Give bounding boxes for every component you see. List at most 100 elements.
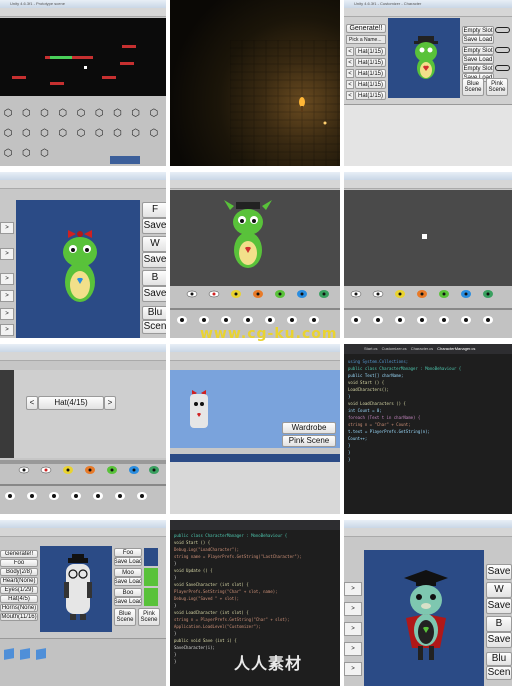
next-button[interactable]: >	[0, 324, 14, 336]
save-load-button[interactable]: Save Load	[114, 577, 142, 586]
code-area[interactable]: public class CharacterManager : MonoBeha…	[174, 532, 302, 665]
blue-scene-button[interactable]: Blu	[142, 306, 166, 320]
generate-button[interactable]: Generate!!	[0, 550, 38, 558]
editor-tab[interactable]: CharacterManager.cs	[437, 344, 475, 354]
prev-button[interactable]: <	[346, 47, 354, 56]
next-button[interactable]: >	[344, 582, 362, 596]
code-line: int Count = 0;	[348, 408, 382, 413]
save-button[interactable]: Save	[142, 252, 166, 268]
empty-slot-button[interactable]: Empty Slot	[462, 64, 494, 73]
next-button[interactable]: >	[0, 290, 14, 302]
empty-slot-button[interactable]: Empty Slot	[462, 26, 494, 35]
heart-selector[interactable]: Heart(None)	[0, 577, 38, 585]
unity-cube-icon[interactable]: ⬡	[0, 124, 16, 142]
selected-asset[interactable]	[110, 156, 140, 164]
unity-cube-icon[interactable]: ⬡	[36, 144, 52, 162]
dungeon-canvas	[230, 40, 340, 166]
horns-selector[interactable]: Horns(None)	[0, 604, 38, 612]
slot-name-button[interactable]: B	[142, 270, 166, 286]
pink-scene-button[interactable]: Pink Scene	[282, 435, 336, 447]
save-load-button[interactable]: Save Load	[462, 55, 494, 64]
unity-cube-icon[interactable]: ⬡	[36, 124, 52, 142]
unity-cube-icon[interactable]: ⬡	[128, 124, 144, 142]
editor-tab[interactable]: Character.cs	[411, 344, 433, 354]
game-view[interactable]	[0, 18, 166, 96]
hat-selector[interactable]: Hat(4/5)	[0, 595, 38, 603]
hat-prev-button[interactable]: <	[26, 396, 38, 410]
unity-cube-icon[interactable]: ⬡	[109, 124, 125, 142]
unity-cube-icon[interactable]: ⬡	[73, 104, 89, 122]
save-button[interactable]: Save	[486, 632, 512, 648]
unity-cube-icon[interactable]: ⬡	[18, 124, 34, 142]
unity-cube-icon[interactable]: ⬡	[91, 104, 107, 122]
unity-cube-icon[interactable]: ⬡	[18, 144, 34, 162]
unity-cube-icon[interactable]: ⬡	[0, 144, 16, 162]
next-button[interactable]: >	[0, 248, 14, 260]
prefab-cube-icon[interactable]	[20, 648, 30, 660]
prefab-cube-icon[interactable]	[36, 648, 46, 660]
unity-cube-icon[interactable]: ⬡	[18, 104, 34, 122]
editor-tab[interactable]: Start.cs	[364, 344, 378, 354]
prev-button[interactable]: <	[346, 91, 354, 100]
code-line: public class CharacterManager : MonoBeha…	[348, 366, 462, 371]
slot-name-button[interactable]: W	[486, 582, 512, 598]
unity-cube-icon[interactable]: ⬡	[109, 104, 125, 122]
torch-flame-icon	[299, 97, 305, 107]
name-input[interactable]: Pick a Name...	[346, 35, 386, 44]
pink-scene-button[interactable]: Pink Scene	[486, 78, 508, 96]
empty-slot-button[interactable]: Empty Slot	[462, 46, 494, 55]
unity-cube-icon[interactable]: ⬡	[91, 124, 107, 142]
unity-cube-icon[interactable]: ⬡	[55, 104, 71, 122]
code-line: Application.LoadLevel("Customizer");	[174, 624, 261, 629]
slot-name[interactable]: Moo	[114, 568, 142, 577]
eyes-selector[interactable]: Eyes(1/29)	[0, 586, 38, 594]
scene-label[interactable]: Scen	[486, 666, 512, 680]
slot-name-button[interactable]: F	[142, 202, 166, 218]
next-button[interactable]: >	[344, 602, 362, 616]
save-button[interactable]: Save	[142, 218, 166, 234]
unity-cube-icon[interactable]: ⬡	[0, 104, 16, 122]
blue-scene-button[interactable]: Blue Scene	[462, 78, 484, 96]
slot-name[interactable]: Foo	[114, 548, 142, 557]
save-button[interactable]: Save	[486, 564, 512, 580]
next-button[interactable]: >	[0, 308, 14, 320]
save-load-button[interactable]: Save Load	[462, 35, 494, 44]
blue-scene-button[interactable]: Blu	[486, 652, 512, 666]
hat-next-button[interactable]: >	[104, 396, 116, 410]
save-load-button[interactable]: Save Load	[114, 597, 142, 606]
generate-button[interactable]: Generate!!	[346, 24, 386, 33]
ghost-character	[190, 390, 208, 428]
slot-name-button[interactable]: W	[142, 236, 166, 252]
unity-cube-icon[interactable]: ⬡	[146, 104, 162, 122]
name-field[interactable]: Foo	[0, 559, 38, 567]
mouth-selector[interactable]: Mouth(11/16)	[0, 613, 38, 621]
prefab-cube-icon[interactable]	[4, 648, 14, 660]
next-button[interactable]: >	[0, 222, 14, 234]
unity-cube-icon[interactable]: ⬡	[55, 124, 71, 142]
prev-button[interactable]: <	[346, 58, 354, 67]
unity-cube-icon[interactable]: ⬡	[36, 104, 52, 122]
unity-cube-icon[interactable]: ⬡	[146, 124, 162, 142]
next-button[interactable]: >	[344, 622, 362, 636]
prev-button[interactable]: <	[346, 69, 354, 78]
code-area[interactable]: using System.Collections; public class C…	[348, 358, 461, 463]
blue-scene-button[interactable]: Blue Scene	[114, 608, 136, 626]
editor-tab[interactable]: Customizer.cs	[382, 344, 407, 354]
slot-name-button[interactable]: B	[486, 616, 512, 632]
save-button[interactable]: Save	[142, 286, 166, 302]
pink-scene-button[interactable]: Pink Scene	[138, 608, 160, 626]
prev-button[interactable]: <	[346, 80, 354, 89]
unity-cube-icon[interactable]: ⬡	[73, 124, 89, 142]
body-selector[interactable]: Body(2/8)	[0, 568, 38, 576]
next-button[interactable]: >	[344, 642, 362, 656]
next-button[interactable]: >	[344, 662, 362, 676]
next-button[interactable]: >	[0, 273, 14, 285]
save-button[interactable]: Save	[486, 598, 512, 614]
wardrobe-button[interactable]: Wardrobe	[282, 422, 336, 434]
project-panel	[0, 638, 166, 686]
unity-cube-icon[interactable]: ⬡	[128, 104, 144, 122]
code-line: }	[348, 450, 351, 455]
slot-name[interactable]: Boo	[114, 588, 142, 597]
save-load-button[interactable]: Save Load	[114, 557, 142, 566]
scene-label[interactable]: Scen	[142, 320, 166, 334]
